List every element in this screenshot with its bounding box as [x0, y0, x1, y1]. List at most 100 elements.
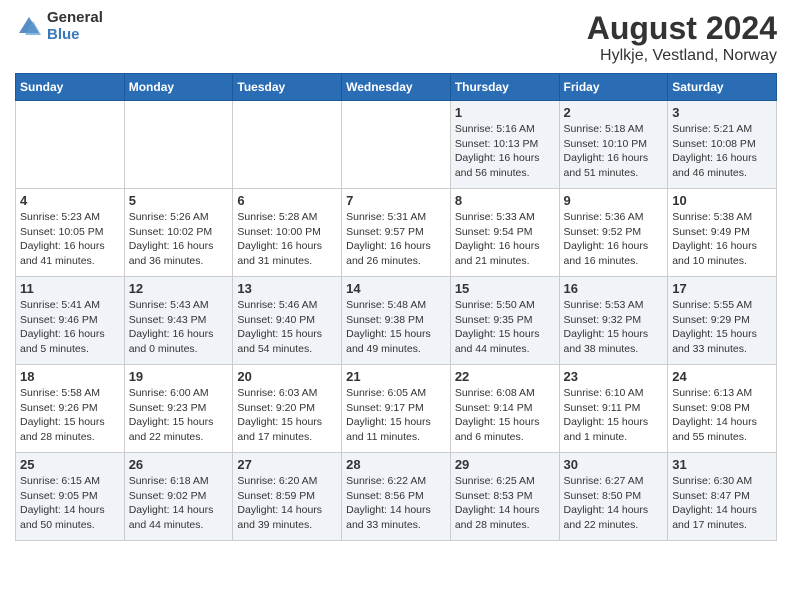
- day-info: Sunrise: 6:18 AM Sunset: 9:02 PM Dayligh…: [129, 474, 229, 533]
- day-number: 16: [564, 281, 664, 296]
- header-cell-thursday: Thursday: [450, 74, 559, 101]
- calendar-cell: 5Sunrise: 5:26 AM Sunset: 10:02 PM Dayli…: [124, 189, 233, 277]
- day-number: 17: [672, 281, 772, 296]
- day-info: Sunrise: 5:38 AM Sunset: 9:49 PM Dayligh…: [672, 210, 772, 269]
- day-info: Sunrise: 6:25 AM Sunset: 8:53 PM Dayligh…: [455, 474, 555, 533]
- day-number: 6: [237, 193, 337, 208]
- day-info: Sunrise: 5:36 AM Sunset: 9:52 PM Dayligh…: [564, 210, 664, 269]
- calendar-cell: 7 Sunrise: 5:31 AM Sunset: 9:57 PM Daylig…: [342, 189, 451, 277]
- day-number: 8: [455, 193, 555, 208]
- logo: General Blue: [15, 10, 103, 43]
- day-number: 30: [564, 457, 664, 472]
- header-cell-wednesday: Wednesday: [342, 74, 451, 101]
- calendar-cell: 19 Sunrise: 6:00 AM Sunset: 9:23 PM Dayli…: [124, 365, 233, 453]
- day-info: Sunrise: 5:26 AM Sunset: 10:02 PM Daylig…: [129, 210, 229, 269]
- calendar-table: SundayMondayTuesdayWednesdayThursdayFrid…: [15, 73, 777, 541]
- day-info: Sunrise: 5:48 AM Sunset: 9:38 PM Dayligh…: [346, 298, 446, 357]
- day-number: 23: [564, 369, 664, 384]
- day-number: 4: [20, 193, 120, 208]
- day-info: Sunrise: 6:03 AM Sunset: 9:20 PM Dayligh…: [237, 386, 337, 445]
- calendar-cell: 24 Sunrise: 6:13 AM Sunset: 9:08 PM Dayli…: [668, 365, 777, 453]
- day-number: 18: [20, 369, 120, 384]
- calendar-cell: [233, 101, 342, 189]
- day-number: 19: [129, 369, 229, 384]
- day-number: 28: [346, 457, 446, 472]
- calendar-cell: 3 Sunrise: 5:21 AM Sunset: 10:08 PM Dayli…: [668, 101, 777, 189]
- day-info: Sunrise: 6:08 AM Sunset: 9:14 PM Dayligh…: [455, 386, 555, 445]
- week-row-3: 11Sunrise: 5:41 AM Sunset: 9:46 PM Dayli…: [16, 277, 777, 365]
- week-row-5: 25 Sunrise: 6:15 AM Sunset: 9:05 PM Dayli…: [16, 453, 777, 541]
- day-info: Sunrise: 5:53 AM Sunset: 9:32 PM Dayligh…: [564, 298, 664, 357]
- page-header: General Blue August 2024 Hylkje, Vestlan…: [15, 10, 777, 65]
- week-row-2: 4 Sunrise: 5:23 AM Sunset: 10:05 PM Dayli…: [16, 189, 777, 277]
- day-info: Sunrise: 6:13 AM Sunset: 9:08 PM Dayligh…: [672, 386, 772, 445]
- logo-line2: Blue: [47, 27, 103, 44]
- calendar-cell: 11Sunrise: 5:41 AM Sunset: 9:46 PM Dayli…: [16, 277, 125, 365]
- calendar-cell: 10 Sunrise: 5:38 AM Sunset: 9:49 PM Dayli…: [668, 189, 777, 277]
- day-info: Sunrise: 5:33 AM Sunset: 9:54 PM Dayligh…: [455, 210, 555, 269]
- day-number: 31: [672, 457, 772, 472]
- day-number: 14: [346, 281, 446, 296]
- calendar-cell: 26 Sunrise: 6:18 AM Sunset: 9:02 PM Dayli…: [124, 453, 233, 541]
- day-info: Sunrise: 5:58 AM Sunset: 9:26 PM Dayligh…: [20, 386, 120, 445]
- header-row: SundayMondayTuesdayWednesdayThursdayFrid…: [16, 74, 777, 101]
- calendar-cell: [16, 101, 125, 189]
- day-number: 10: [672, 193, 772, 208]
- day-info: Sunrise: 5:31 AM Sunset: 9:57 PM Dayligh…: [346, 210, 446, 269]
- calendar-cell: 25 Sunrise: 6:15 AM Sunset: 9:05 PM Dayli…: [16, 453, 125, 541]
- calendar-cell: 13Sunrise: 5:46 AM Sunset: 9:40 PM Dayli…: [233, 277, 342, 365]
- header-cell-monday: Monday: [124, 74, 233, 101]
- day-number: 24: [672, 369, 772, 384]
- calendar-cell: 12 Sunrise: 5:43 AM Sunset: 9:43 PM Dayli…: [124, 277, 233, 365]
- day-info: Sunrise: 5:23 AM Sunset: 10:05 PM Daylig…: [20, 210, 120, 269]
- day-info: Sunrise: 5:18 AM Sunset: 10:10 PM Daylig…: [564, 122, 664, 181]
- day-number: 1: [455, 105, 555, 120]
- header-cell-tuesday: Tuesday: [233, 74, 342, 101]
- day-number: 7: [346, 193, 446, 208]
- calendar-cell: 27 Sunrise: 6:20 AM Sunset: 8:59 PM Dayli…: [233, 453, 342, 541]
- day-number: 26: [129, 457, 229, 472]
- calendar-cell: 20Sunrise: 6:03 AM Sunset: 9:20 PM Dayli…: [233, 365, 342, 453]
- calendar-cell: 4 Sunrise: 5:23 AM Sunset: 10:05 PM Dayli…: [16, 189, 125, 277]
- day-number: 12: [129, 281, 229, 296]
- day-info: Sunrise: 5:50 AM Sunset: 9:35 PM Dayligh…: [455, 298, 555, 357]
- day-info: Sunrise: 6:30 AM Sunset: 8:47 PM Dayligh…: [672, 474, 772, 533]
- day-info: Sunrise: 6:20 AM Sunset: 8:59 PM Dayligh…: [237, 474, 337, 533]
- calendar-cell: 15Sunrise: 5:50 AM Sunset: 9:35 PM Dayli…: [450, 277, 559, 365]
- calendar-body: 1 Sunrise: 5:16 AM Sunset: 10:13 PM Dayli…: [16, 101, 777, 541]
- week-row-4: 18 Sunrise: 5:58 AM Sunset: 9:26 PM Dayli…: [16, 365, 777, 453]
- calendar-header: SundayMondayTuesdayWednesdayThursdayFrid…: [16, 74, 777, 101]
- header-cell-saturday: Saturday: [668, 74, 777, 101]
- calendar-cell: 22Sunrise: 6:08 AM Sunset: 9:14 PM Dayli…: [450, 365, 559, 453]
- calendar-cell: [124, 101, 233, 189]
- day-info: Sunrise: 6:15 AM Sunset: 9:05 PM Dayligh…: [20, 474, 120, 533]
- page-subtitle: Hylkje, Vestland, Norway: [587, 47, 777, 65]
- day-info: Sunrise: 6:00 AM Sunset: 9:23 PM Dayligh…: [129, 386, 229, 445]
- calendar-cell: 17Sunrise: 5:55 AM Sunset: 9:29 PM Dayli…: [668, 277, 777, 365]
- calendar-cell: 28 Sunrise: 6:22 AM Sunset: 8:56 PM Dayli…: [342, 453, 451, 541]
- day-info: Sunrise: 5:28 AM Sunset: 10:00 PM Daylig…: [237, 210, 337, 269]
- day-number: 11: [20, 281, 120, 296]
- day-number: 27: [237, 457, 337, 472]
- header-cell-friday: Friday: [559, 74, 668, 101]
- calendar-cell: 14 Sunrise: 5:48 AM Sunset: 9:38 PM Dayli…: [342, 277, 451, 365]
- calendar-cell: 30Sunrise: 6:27 AM Sunset: 8:50 PM Dayli…: [559, 453, 668, 541]
- logo-text: General Blue: [47, 10, 103, 43]
- day-info: Sunrise: 6:05 AM Sunset: 9:17 PM Dayligh…: [346, 386, 446, 445]
- day-info: Sunrise: 6:22 AM Sunset: 8:56 PM Dayligh…: [346, 474, 446, 533]
- calendar-cell: 23Sunrise: 6:10 AM Sunset: 9:11 PM Dayli…: [559, 365, 668, 453]
- day-info: Sunrise: 5:21 AM Sunset: 10:08 PM Daylig…: [672, 122, 772, 181]
- day-number: 3: [672, 105, 772, 120]
- day-info: Sunrise: 5:16 AM Sunset: 10:13 PM Daylig…: [455, 122, 555, 181]
- calendar-cell: 31 Sunrise: 6:30 AM Sunset: 8:47 PM Dayli…: [668, 453, 777, 541]
- day-number: 2: [564, 105, 664, 120]
- calendar-cell: 21Sunrise: 6:05 AM Sunset: 9:17 PM Dayli…: [342, 365, 451, 453]
- logo-icon: [15, 13, 43, 41]
- page-title: August 2024: [587, 10, 777, 47]
- title-block: August 2024 Hylkje, Vestland, Norway: [587, 10, 777, 65]
- day-number: 29: [455, 457, 555, 472]
- calendar-cell: 16 Sunrise: 5:53 AM Sunset: 9:32 PM Dayli…: [559, 277, 668, 365]
- day-number: 25: [20, 457, 120, 472]
- day-info: Sunrise: 5:43 AM Sunset: 9:43 PM Dayligh…: [129, 298, 229, 357]
- day-info: Sunrise: 5:46 AM Sunset: 9:40 PM Dayligh…: [237, 298, 337, 357]
